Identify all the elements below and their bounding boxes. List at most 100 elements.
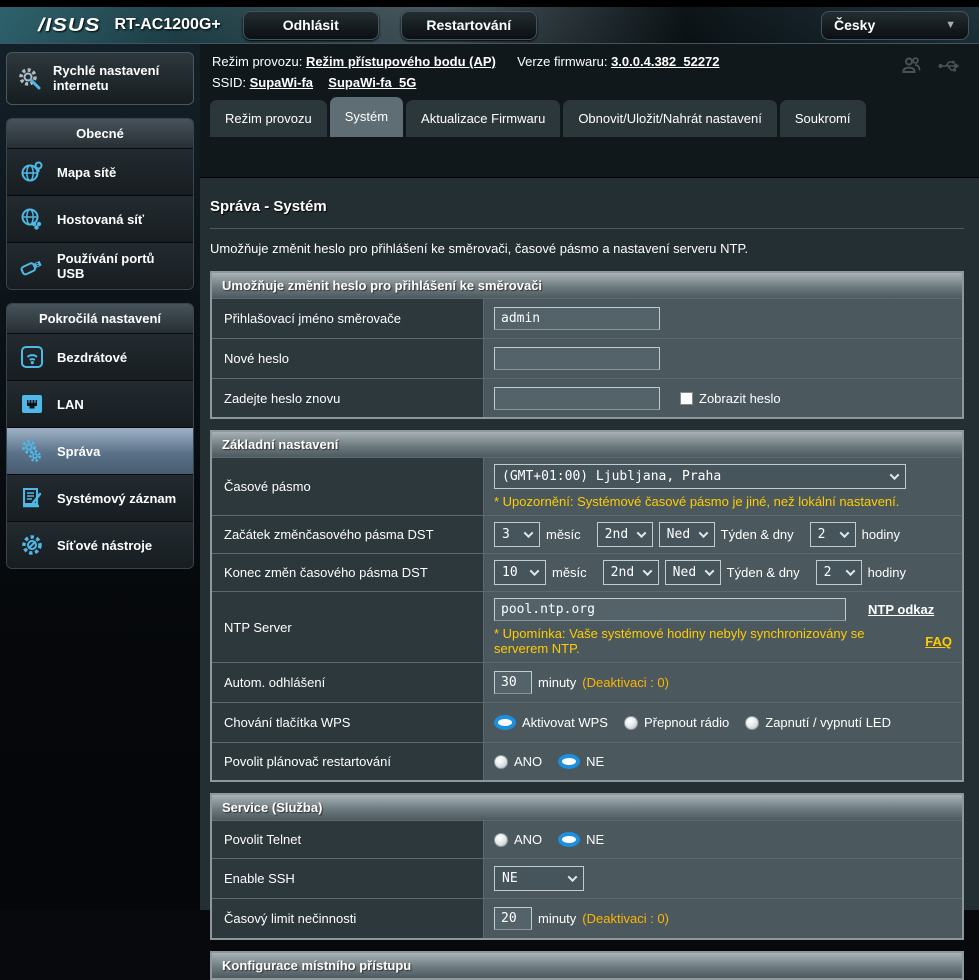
show-password-label: Zobrazit heslo (699, 391, 781, 406)
dst-start-label: Začátek změnčasového pásma DST (212, 516, 484, 553)
sidebar-item-lan[interactable]: LAN (7, 380, 193, 427)
sidebar-item-administration[interactable]: Správa (7, 427, 193, 474)
sidebar-item-guest-network[interactable]: Hostovaná síť (7, 195, 193, 242)
telnet-label: Povolit Telnet (212, 821, 484, 858)
sidebar-item-label: LAN (57, 397, 84, 412)
logout-button[interactable]: Odhlásit (243, 11, 379, 40)
hours-label: hodiny (868, 565, 906, 580)
wps-activate-radio[interactable] (494, 715, 516, 730)
new-password-label: Nové heslo (212, 339, 484, 378)
globe-people-icon (17, 204, 47, 234)
sidebar-item-quick-setup[interactable]: Rychlé nastavení internetu (6, 52, 194, 105)
auto-logout-input[interactable] (494, 671, 532, 694)
faq-link[interactable]: FAQ (925, 634, 952, 649)
sidebar-item-wireless[interactable]: Bezdrátové (7, 333, 193, 380)
wps-toggle-radio-radio[interactable] (624, 716, 638, 730)
usb-status-icon[interactable] (937, 54, 963, 84)
sidebar-item-network-map[interactable]: Mapa sítě (7, 148, 193, 195)
section-header: Základní nastavení (212, 432, 962, 457)
reboot-button[interactable]: Restartování (401, 11, 537, 40)
login-name-input[interactable] (494, 307, 660, 330)
language-label: Česky (834, 17, 875, 33)
tab-operation-mode[interactable]: Režim provozu (210, 100, 327, 137)
dst-end-day-select[interactable]: Ned (665, 560, 721, 585)
dst-start-day-select[interactable]: Ned (659, 522, 715, 547)
table-row: NTP Server NTP odkaz * Upomínka: Vaše sy… (212, 591, 962, 662)
chevron-down-icon (636, 528, 646, 538)
sidebar-item-label: Rychlé nastavení internetu (53, 64, 185, 94)
wps-led-radio[interactable] (745, 716, 759, 730)
show-password-checkbox[interactable] (680, 392, 693, 405)
dst-end-hour-select[interactable]: 2 (816, 560, 862, 585)
tab-system[interactable]: Systém (330, 97, 403, 137)
chevron-down-icon (698, 528, 708, 538)
op-mode-link[interactable]: Režim přístupového bodu (AP) (306, 54, 496, 69)
table-row: Enable SSH NE (212, 858, 962, 898)
sidebar-item-network-tools[interactable]: Síťové nástroje (7, 521, 193, 568)
dst-end-label: Konec změn časového pásma DST (212, 554, 484, 591)
deactivate-hint: (Deaktivaci : 0) (582, 911, 669, 926)
ssh-label: Enable SSH (212, 859, 484, 898)
dst-end-week-select[interactable]: 2nd (603, 560, 659, 585)
dst-start-month-select[interactable]: 3 (494, 522, 540, 547)
tab-firmware-upgrade[interactable]: Aktualizace Firmwaru (406, 100, 560, 137)
minutes-label: minuty (538, 675, 576, 690)
timezone-value: (GMT+01:00) Ljubljana, Praha (502, 469, 721, 484)
router-model: RT-AC1200G+ (114, 16, 220, 34)
table-row: Povolit Telnet ANO NE (212, 820, 962, 858)
chevron-down-icon (568, 872, 578, 882)
dst-start-week-select[interactable]: 2nd (597, 522, 653, 547)
ntp-link[interactable]: NTP odkaz (868, 602, 934, 617)
auto-logout-label: Autom. odhlášení (212, 663, 484, 702)
clients-icon[interactable] (899, 54, 923, 84)
new-password-input[interactable] (494, 347, 660, 370)
status-icons (899, 54, 963, 84)
timezone-select[interactable]: (GMT+01:00) Ljubljana, Praha (494, 464, 906, 489)
telnet-yes-radio[interactable] (494, 833, 508, 847)
ssid-link-24g[interactable]: SupaWi-fa (250, 75, 313, 90)
password-section: Umožňuje změnit heslo pro přihlášení ke … (210, 271, 964, 419)
chevron-down-icon (839, 528, 849, 538)
chevron-down-icon (890, 470, 900, 480)
info-line-1: Režim provozu: Režim přístupového bodu (… (212, 51, 967, 72)
table-row: Povolit plánovač restartování ANO NE (212, 742, 962, 780)
reboot-scheduler-yes-radio[interactable] (494, 755, 508, 769)
week-day-label: Týden & dny (721, 527, 794, 542)
firmware-label: Verze firmwaru: (517, 54, 607, 69)
language-select[interactable]: Česky ▼ (821, 11, 969, 40)
firmware-version-link[interactable]: 3.0.0.4.382_52272 (611, 54, 719, 69)
table-row: Časový limit nečinnosti minuty (Deaktiva… (212, 898, 962, 938)
table-row: Konec změn časového pásma DST 10 měsíc 2… (212, 553, 962, 591)
dst-start-hour-select[interactable]: 2 (810, 522, 856, 547)
ssh-select[interactable]: NE (494, 866, 584, 891)
ntp-server-input[interactable] (494, 598, 846, 621)
top-strip (0, 0, 979, 7)
yes-label: ANO (514, 832, 542, 847)
reboot-scheduler-label: Povolit plánovač restartování (212, 743, 484, 780)
ssid-link-5g[interactable]: SupaWi-fa_5G (328, 75, 416, 90)
sidebar-item-system-log[interactable]: Systémový záznam (7, 474, 193, 521)
idle-timeout-label: Časový limit nečinnosti (212, 899, 484, 938)
page-description: Umožňuje změnit heslo pro přihlášení ke … (210, 241, 964, 256)
ssid-label: SSID: (212, 75, 246, 90)
telnet-no-radio[interactable] (558, 832, 580, 847)
retype-password-label: Zadejte heslo znovu (212, 379, 484, 417)
sidebar-item-label: Hostovaná síť (57, 212, 144, 227)
ntp-warning: * Upomínka: Vaše systémové hodiny nebyly… (494, 626, 919, 656)
chevron-down-icon: ▼ (945, 19, 956, 31)
sidebar-group-title: Pokročilá nastavení (7, 304, 193, 333)
usb-drive-icon (17, 251, 47, 281)
week-day-label: Týden & dny (727, 565, 800, 580)
idle-timeout-input[interactable] (494, 907, 532, 930)
table-row: Nové heslo (212, 338, 962, 378)
reboot-scheduler-no-radio[interactable] (558, 754, 580, 769)
retype-password-input[interactable] (494, 387, 660, 410)
login-name-label: Přihlašovací jméno směrovače (212, 299, 484, 338)
sidebar-item-usb-application[interactable]: Používání portů USB (7, 242, 193, 289)
table-row: Autom. odhlášení minuty (Deaktivaci : 0) (212, 662, 962, 702)
tab-privacy[interactable]: Soukromí (780, 100, 866, 137)
service-section: Service (Služba) Povolit Telnet ANO NE E… (210, 793, 964, 940)
dst-end-month-select[interactable]: 10 (494, 560, 546, 585)
tab-restore-save-upload[interactable]: Obnovit/Uložit/Nahrát nastavení (563, 100, 777, 137)
sidebar-item-label: Správa (57, 444, 100, 459)
